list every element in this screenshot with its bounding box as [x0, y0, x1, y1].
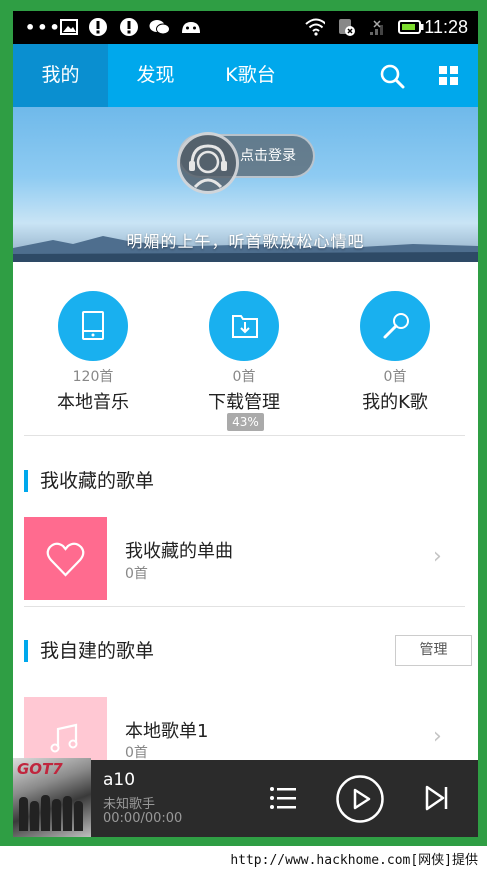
wifi-icon — [305, 17, 325, 37]
album-figure — [19, 797, 28, 831]
android-icon — [180, 17, 200, 37]
playback-time: 00:00/00:00 — [103, 811, 183, 826]
headphones-avatar-icon — [189, 144, 227, 189]
divider — [24, 435, 465, 436]
download-progress-badge: 43% — [227, 413, 264, 431]
created-section-title: 我自建的歌单 — [24, 640, 154, 662]
microphone-icon — [383, 313, 409, 339]
grid-menu-icon[interactable] — [438, 65, 464, 91]
my-ktv-entry[interactable]: 0首 我的K歌 — [335, 291, 455, 414]
local-music-count: 120首 — [72, 369, 114, 385]
next-track-icon[interactable] — [424, 784, 450, 816]
alert-icon — [88, 17, 108, 37]
my-ktv-circle — [360, 291, 430, 361]
ktv-count: 0首 — [383, 369, 407, 385]
favorites-cover — [24, 517, 107, 600]
artist-name: 未知歌手 — [103, 797, 156, 812]
heart-icon — [46, 542, 85, 577]
tab-mine[interactable]: 我的 — [13, 44, 108, 107]
tab-discover[interactable]: 发现 — [108, 44, 203, 107]
chevron-right-icon: › — [433, 724, 442, 749]
local-music-circle — [58, 291, 128, 361]
phone-icon — [82, 311, 104, 340]
download-count: 0首 — [232, 369, 256, 385]
status-time: 11:28 — [424, 17, 468, 37]
login-label[interactable]: 点击登录 — [240, 145, 296, 165]
download-manager-entry[interactable]: 0首 下载管理 — [184, 291, 304, 414]
album-figure — [74, 801, 83, 831]
manage-button[interactable]: 管理 — [395, 635, 472, 666]
album-figure — [30, 801, 39, 831]
footer-text: http://www.hackhome.com[网侠]提供 — [230, 853, 478, 868]
favorites-playlist-count: 0首 — [125, 566, 148, 582]
signal-icon — [368, 17, 388, 37]
created-playlist-title: 本地歌单1 — [125, 721, 209, 742]
song-title: a10 — [103, 770, 136, 790]
playlist-icon[interactable] — [269, 785, 297, 815]
local-music-entry[interactable]: 120首 本地音乐 — [33, 291, 153, 414]
battery-icon — [397, 17, 425, 37]
divider — [24, 606, 465, 607]
phone-screen: ••• 11:28 我的 发现 K歌台 点击登录 明媚的上午，听首歌放松心情吧 … — [13, 11, 478, 837]
created-playlist-count: 0首 — [125, 745, 148, 761]
top-nav: 我的 发现 K歌台 — [13, 44, 478, 107]
tab-ktv[interactable]: K歌台 — [208, 44, 293, 107]
profile-banner: 点击登录 明媚的上午，听首歌放松心情吧 — [13, 107, 478, 262]
album-figure — [63, 796, 72, 831]
album-art[interactable]: GOT7 — [13, 758, 91, 837]
status-bar: ••• 11:28 — [13, 11, 478, 44]
my-ktv-label: 我的K歌 — [362, 392, 428, 413]
favorites-section-title: 我收藏的歌单 — [24, 470, 154, 492]
alert-icon — [119, 17, 139, 37]
avatar[interactable] — [177, 132, 239, 194]
mini-player[interactable]: GOT7 a10 未知歌手 00:00/00:00 — [13, 758, 478, 837]
download-manager-circle — [209, 291, 279, 361]
album-figure — [41, 795, 50, 831]
banner-caption: 明媚的上午，听首歌放松心情吧 — [126, 232, 365, 251]
download-manager-label: 下载管理 — [208, 392, 280, 413]
play-button-icon[interactable] — [335, 774, 385, 828]
search-icon[interactable] — [379, 63, 405, 89]
favorites-playlist-title: 我收藏的单曲 — [125, 541, 233, 562]
chevron-right-icon: › — [433, 544, 442, 569]
data-icon — [336, 17, 356, 37]
image-icon — [59, 17, 79, 37]
source-footer: http://www.hackhome.com[网侠]提供 — [0, 846, 487, 871]
local-music-label: 本地音乐 — [57, 392, 129, 413]
wechat-icon — [149, 17, 169, 37]
album-brand: GOT7 — [17, 760, 63, 778]
album-figure — [52, 799, 61, 831]
download-folder-icon — [232, 315, 258, 338]
more-dots-icon: ••• — [25, 18, 62, 37]
